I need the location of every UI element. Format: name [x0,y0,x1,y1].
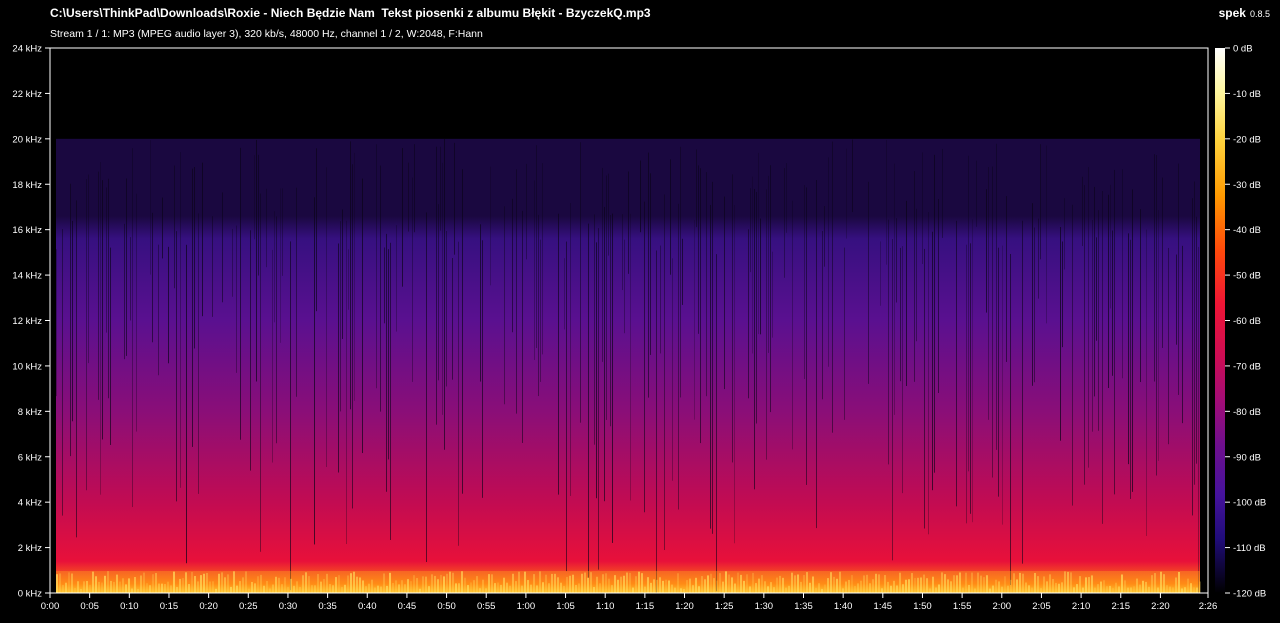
time-tick-label: 1:35 [794,601,813,612]
db-tick-label: -50 dB [1233,271,1261,282]
time-tick-label: 0:50 [437,601,456,612]
time-tick-label: 0:10 [120,601,139,612]
db-colorbar [1215,48,1225,593]
freq-tick-label: 6 kHz [18,452,43,463]
time-tick-label: 1:30 [755,601,774,612]
db-tick-label: -120 dB [1233,589,1266,600]
db-tick-label: -40 dB [1233,225,1261,236]
time-tick-label: 0:40 [358,601,377,612]
db-tick-label: -100 dB [1233,498,1266,509]
db-scale: 0 dB -10 dB -20 dB -30 dB -40 dB -50 dB -60 dB… [1225,44,1266,600]
time-tick-label: 1:25 [715,601,734,612]
freq-tick-label: 24 kHz [12,44,42,55]
time-tick-label: 2:05 [1032,601,1051,612]
spectrogram-plot: 0 kHz 2 kHz 4 kHz 6 kHz 8 kHz 10 kHz 12 kHz 14 … [12,44,1266,613]
time-tick-label: 0:55 [477,601,496,612]
time-tick-label: 0:45 [398,601,417,612]
freq-tick-label: 8 kHz [18,407,43,418]
freq-tick-label: 16 kHz [12,225,42,236]
time-tick-label: 1:05 [556,601,575,612]
time-tick-label: 1:45 [874,601,893,612]
time-tick-label: 0:00 [41,601,60,612]
db-tick-label: -90 dB [1233,452,1261,463]
freq-tick-label: 4 kHz [18,498,43,509]
time-tick-label: 2:10 [1072,601,1091,612]
time-tick-label: 1:10 [596,601,615,612]
time-tick-label: 0:30 [279,601,298,612]
freq-tick-label: 20 kHz [12,134,42,145]
time-tick-label: 1:20 [675,601,694,612]
time-axis: 0:00 0:05 0:10 0:15 0:20 0:25 0:30 0:35 0:40 0:45… [41,593,1218,612]
time-tick-label: 1:40 [834,601,853,612]
db-tick-label: -80 dB [1233,407,1261,418]
freq-tick-label: 0 kHz [18,589,43,600]
time-tick-label: 0:05 [80,601,99,612]
freq-tick-label: 18 kHz [12,180,42,191]
time-tick-label: 1:50 [913,601,932,612]
time-tick-label: 2:00 [993,601,1012,612]
db-tick-label: -10 dB [1233,89,1261,100]
db-tick-label: -60 dB [1233,316,1261,327]
time-tick-label: 1:00 [517,601,536,612]
freq-tick-label: 2 kHz [18,543,43,554]
time-tick-label: 0:15 [160,601,179,612]
time-tick-label: 2:20 [1151,601,1170,612]
time-tick-label: 2:15 [1112,601,1131,612]
spectrogram-image [56,138,1201,594]
time-tick-label: 0:35 [318,601,337,612]
db-tick-label: -20 dB [1233,134,1261,145]
db-tick-label: -110 dB [1233,543,1266,554]
db-tick-label: -30 dB [1233,180,1261,191]
freq-tick-label: 10 kHz [12,361,42,372]
freq-tick-label: 14 kHz [12,271,42,282]
time-tick-label: 0:20 [199,601,218,612]
db-tick-label: 0 dB [1233,44,1253,55]
time-tick-label: 2:26 [1199,601,1218,612]
frequency-axis: 0 kHz 2 kHz 4 kHz 6 kHz 8 kHz 10 kHz 12 kHz 14 … [12,44,50,600]
time-tick-label: 1:15 [636,601,655,612]
db-tick-label: -70 dB [1233,361,1261,372]
time-tick-label: 0:25 [239,601,258,612]
freq-tick-label: 22 kHz [12,89,42,100]
time-tick-label: 1:55 [953,601,972,612]
freq-tick-label: 12 kHz [12,316,42,327]
